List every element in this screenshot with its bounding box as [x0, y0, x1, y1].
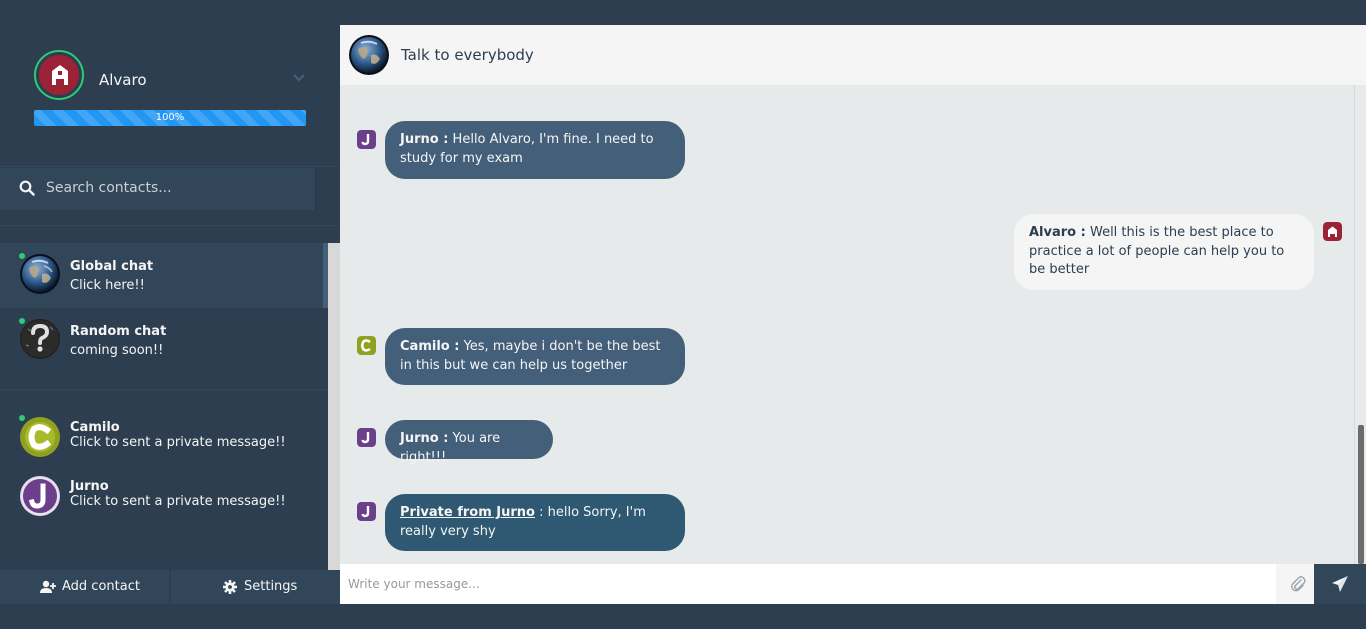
messages-list: Jurno : Hello Alvaro, I'm fine. I need t…: [340, 85, 1366, 564]
online-status-dot: [19, 318, 25, 324]
earth-avatar: [349, 35, 389, 75]
profile-avatar[interactable]: [34, 50, 84, 100]
contact-jurno[interactable]: Jurno Click to sent a private message!!: [0, 464, 328, 523]
letter-j-avatar: [357, 428, 376, 447]
add-contact-button[interactable]: Add contact: [0, 570, 170, 604]
contact-camilo[interactable]: Camilo Click to sent a private message!!: [0, 405, 328, 464]
contact-global-chat[interactable]: Global chat Click here!!: [0, 243, 328, 308]
progress-label: 100%: [155, 112, 185, 123]
question-avatar: [20, 319, 60, 359]
contact-preview: Click to sent a private message!!: [70, 435, 286, 450]
earth-avatar: [20, 254, 60, 294]
add-contact-label: Add contact: [62, 579, 140, 594]
message-input[interactable]: [340, 564, 1276, 604]
message-bubble: Camilo : Yes, maybe i don't be the best …: [385, 328, 685, 385]
send-button[interactable]: [1314, 564, 1366, 604]
contacts-scrollbar[interactable]: [328, 243, 340, 570]
contact-preview: coming soon!!: [70, 343, 164, 358]
message-bubble: Alvaro : Well this is the best place to …: [1014, 214, 1314, 290]
chat-scrollbar[interactable]: [1354, 85, 1366, 564]
search-bar[interactable]: Search contacts...: [0, 168, 315, 210]
settings-button[interactable]: Settings: [171, 570, 340, 604]
search-input[interactable]: Search contacts...: [46, 180, 172, 196]
message-author: Alvaro :: [1029, 225, 1086, 240]
letter-j-avatar: [357, 130, 376, 149]
contact-name: Random chat: [70, 324, 167, 339]
profile-name: Alvaro: [99, 71, 147, 89]
chevron-down-icon[interactable]: [292, 73, 306, 83]
profile-section: Alvaro 100%: [0, 0, 340, 167]
divider: [0, 210, 340, 226]
profile-avatar: [1323, 222, 1342, 241]
progress-bar: 100%: [34, 110, 306, 126]
online-status-dot: [19, 253, 25, 259]
gear-icon: [223, 580, 237, 594]
message-author: Jurno :: [400, 132, 449, 147]
message-composer: [340, 564, 1366, 604]
settings-label: Settings: [244, 579, 298, 594]
letter-j-avatar: [357, 502, 376, 521]
contact-name: Global chat: [70, 259, 154, 274]
contact-name: Camilo: [70, 420, 120, 435]
profile-avatar-image: [39, 55, 79, 95]
bottom-bar: Add contact Settings: [0, 570, 340, 604]
contact-name: Jurno: [70, 479, 109, 494]
chat-panel: Talk to everybody Jurno : Hello Alvaro, …: [340, 25, 1366, 604]
online-status-dot: [19, 415, 25, 421]
private-message-bubble: Private from Jurno : hello Sorry, I'm re…: [385, 494, 685, 551]
chat-header: Talk to everybody: [340, 25, 1366, 85]
message-author: Jurno :: [400, 431, 449, 446]
send-icon: [1332, 576, 1348, 592]
chat-title: Talk to everybody: [401, 46, 534, 64]
contact-preview: Click here!!: [70, 278, 145, 293]
search-icon: [19, 180, 35, 196]
contacts-divider: [0, 389, 328, 390]
add-user-icon: [40, 580, 56, 593]
message-author: Camilo :: [400, 339, 460, 354]
message-bubble: Jurno : You are right!!!: [385, 420, 553, 465]
contact-random-chat[interactable]: Random chat coming soon!!: [0, 308, 328, 373]
sidepanel: Alvaro 100% Search contacts... Global ch…: [0, 0, 340, 629]
contacts-list: Global chat Click here!! Random chat com…: [0, 243, 340, 570]
message-bubble: Jurno : Hello Alvaro, I'm fine. I need t…: [385, 121, 685, 179]
letter-j-avatar: [20, 476, 60, 516]
letter-c-avatar: [357, 336, 376, 355]
paperclip-icon[interactable]: [1290, 575, 1306, 593]
private-message-link[interactable]: Private from Jurno: [400, 505, 535, 520]
contact-preview: Click to sent a private message!!: [70, 494, 286, 509]
letter-c-avatar: [20, 417, 60, 457]
search-side-block: [315, 168, 340, 210]
scrollbar-thumb[interactable]: [1358, 425, 1364, 564]
